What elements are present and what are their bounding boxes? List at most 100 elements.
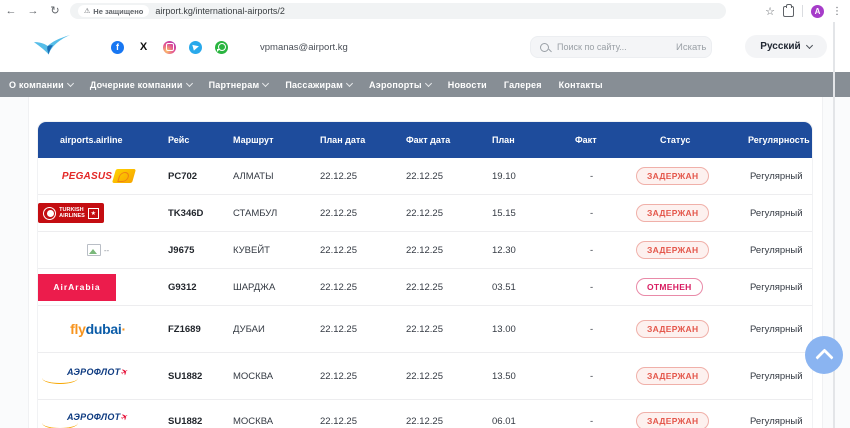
flight-number: SU1882 xyxy=(158,416,226,427)
plan-time: 13.00 xyxy=(484,324,566,335)
fact-time: - xyxy=(566,208,636,219)
scroll-to-top-button[interactable] xyxy=(805,336,843,374)
flights-table: airports.airline Рейс Маршрут План дата … xyxy=(38,122,812,428)
nav-item-7[interactable]: Контакты xyxy=(559,80,603,90)
flight-number: PC702 xyxy=(158,171,226,182)
chevron-down-icon xyxy=(806,42,813,49)
plan-date: 22.12.25 xyxy=(312,171,398,182)
extensions-icon[interactable] xyxy=(783,6,794,17)
regularity: Регулярный xyxy=(734,245,812,256)
fact-date: 22.12.25 xyxy=(398,171,484,182)
nav-item-label: Новости xyxy=(448,80,487,90)
nav-item-2[interactable]: Партнерам xyxy=(209,80,269,90)
nav-item-4[interactable]: Аэропорты xyxy=(369,80,431,90)
nav-item-0[interactable]: О компании xyxy=(9,80,73,90)
address-bar[interactable]: ⚠ Не защищено airport.kg/international-a… xyxy=(70,3,726,19)
fact-time: - xyxy=(566,324,636,335)
fact-time: - xyxy=(566,282,636,293)
status-badge: ЗАДЕРЖАН xyxy=(636,241,709,259)
whatsapp-icon[interactable] xyxy=(215,41,228,54)
nav-item-label: Пассажирам xyxy=(285,80,343,90)
plan-time: 06.01 xyxy=(484,416,566,427)
bookmark-star-icon[interactable]: ☆ xyxy=(765,5,775,18)
fact-time: - xyxy=(566,371,636,382)
browser-toolbar: ← → ↻ ⚠ Не защищено airport.kg/internati… xyxy=(0,0,850,23)
regularity: Регулярный xyxy=(734,171,812,182)
plan-date: 22.12.25 xyxy=(312,416,398,427)
nav-item-label: Партнерам xyxy=(209,80,260,90)
browser-back-button[interactable]: ← xyxy=(0,0,22,22)
contact-email[interactable]: vpmanas@airport.kg xyxy=(260,42,348,53)
column-header-fact-date: Факт дата xyxy=(398,135,484,145)
flydubai-wordmark: fly xyxy=(70,321,85,337)
column-header-plan-date: План дата xyxy=(312,135,398,145)
aeroflot-arc-icon xyxy=(42,378,78,384)
regularity: Регулярный xyxy=(734,208,812,219)
search-submit-button[interactable]: Искать xyxy=(676,42,706,53)
flight-row: PEGASUSPC702АЛМАТЫ22.12.2522.12.2519.10-… xyxy=(38,158,812,194)
pegasus-flag-icon xyxy=(112,169,136,183)
browser-menu-icon[interactable]: ⋮ xyxy=(832,6,842,17)
route: ДУБАИ xyxy=(226,324,312,335)
fact-date: 22.12.25 xyxy=(398,282,484,293)
aeroflot-logo: АЭРОФЛОТ✈ xyxy=(38,413,158,428)
plan-date: 22.12.25 xyxy=(312,282,398,293)
regularity: Регулярный xyxy=(734,282,812,293)
column-header-fact-time: Факт xyxy=(566,135,636,145)
telegram-icon[interactable] xyxy=(189,41,202,54)
route: СТАМБУЛ xyxy=(226,208,312,219)
wing-icon: ✈ xyxy=(120,412,131,423)
language-selector[interactable]: Русский xyxy=(745,35,827,58)
column-header-flight: Рейс xyxy=(158,135,226,145)
status-badge: ЗАДЕРЖАН xyxy=(636,367,709,385)
nav-item-6[interactable]: Галерея xyxy=(504,80,542,90)
status-cell: ЗАДЕРЖАН xyxy=(636,167,734,185)
security-chip[interactable]: ⚠ Не защищено xyxy=(78,5,149,17)
aeroflot-wordmark: АЭРОФЛОТ xyxy=(67,413,120,422)
status-cell: ЗАДЕРЖАН xyxy=(636,241,734,259)
nav-item-1[interactable]: Дочерние компании xyxy=(90,80,192,90)
instagram-icon[interactable] xyxy=(163,41,176,54)
airport-logo[interactable] xyxy=(33,33,73,62)
flight-row: АЭРОФЛОТ✈SU1882МОСКВА22.12.2522.12.2513.… xyxy=(38,352,812,399)
pegasus-logo: PEGASUS xyxy=(38,169,158,183)
browser-forward-button[interactable]: → xyxy=(22,0,44,22)
fact-time: - xyxy=(566,245,636,256)
chevron-down-icon xyxy=(67,80,74,87)
profile-avatar[interactable]: A xyxy=(811,5,824,18)
fact-date: 22.12.25 xyxy=(398,208,484,219)
plan-date: 22.12.25 xyxy=(312,324,398,335)
facebook-icon[interactable]: f xyxy=(111,41,124,54)
turkish-airlines-emblem-icon xyxy=(43,207,56,220)
browser-reload-button[interactable]: ↻ xyxy=(44,0,66,22)
status-cell: ЗАДЕРЖАН xyxy=(636,412,734,428)
turkish-logo: TURKISHAIRLINES★ xyxy=(38,203,104,223)
broken-logo: -- xyxy=(38,244,158,256)
fact-date: 22.12.25 xyxy=(398,416,484,427)
toolbar-divider xyxy=(802,5,803,17)
regularity: Регулярный xyxy=(734,371,812,382)
browser-toolbar-right: ☆ A ⋮ xyxy=(765,5,850,18)
search-input[interactable] xyxy=(555,41,676,53)
fact-time: - xyxy=(566,171,636,182)
regularity: Регулярный xyxy=(734,324,812,335)
column-header-regularity: Регулярность xyxy=(734,135,812,145)
nav-item-label: О компании xyxy=(9,80,64,90)
route: АЛМАТЫ xyxy=(226,171,312,182)
flight-number: TK346D xyxy=(158,208,226,219)
x-icon[interactable]: X xyxy=(137,41,150,54)
plan-time: 13.50 xyxy=(484,371,566,382)
security-chip-label: Не защищено xyxy=(93,7,143,16)
star-icon: ★ xyxy=(88,208,99,219)
status-cell: ЗАДЕРЖАН xyxy=(636,320,734,338)
nav-item-3[interactable]: Пассажирам xyxy=(285,80,352,90)
chevron-up-icon xyxy=(815,348,833,366)
plan-time: 19.10 xyxy=(484,171,566,182)
turkish-airlines-wordmark: TURKISHAIRLINES xyxy=(59,207,85,220)
status-badge: ОТМЕНЕН xyxy=(636,278,703,296)
nav-item-5[interactable]: Новости xyxy=(448,80,487,90)
fact-date: 22.12.25 xyxy=(398,245,484,256)
search-icon xyxy=(540,43,549,52)
flight-number: J9675 xyxy=(158,245,226,256)
broken-image-alt: -- xyxy=(104,246,109,255)
